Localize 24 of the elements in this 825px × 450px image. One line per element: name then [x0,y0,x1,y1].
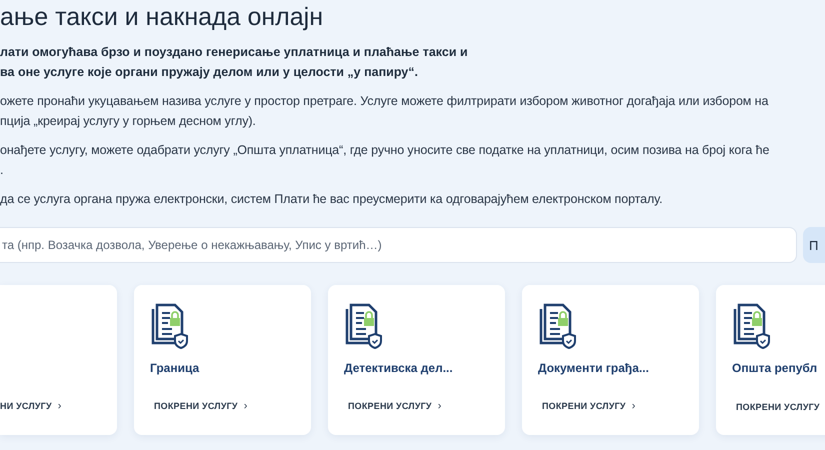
service-title: Граница [150,361,200,375]
start-service-link[interactable]: ПОКРЕНИ УСЛУГУ [736,402,820,412]
document-lock-icon [344,303,384,349]
search-button[interactable]: П [803,227,825,263]
document-lock-icon [732,303,772,349]
info-paragraph: онађете услугу, можете одабрати услугу „Општа уплатница“, где ручно уносите све податке на уплатници, осим позива на број кога ће . [0,142,770,179]
chevron-icon: › [58,400,62,412]
intro-text: лати омогућава брзо и поуздано генерисање уплатница и плаћање такси и ва оне услуге које органи пружају делом или у целости „у папиру“. [0,44,469,81]
start-service-link[interactable]: ПОКРЕНИ УСЛУГУ [154,401,238,411]
chevron-icon: › [632,400,636,412]
info-paragraph: да се услуга органа пружа електронски, систем Плати ће вас преусмерити ка одговарајућем електронском порталу. [0,191,664,208]
service-title: Детективска дел... [344,361,454,375]
chevron-icon: › [438,400,442,412]
start-service-link[interactable]: ПОКРЕНИ УСЛУГУ [348,401,432,411]
service-title: Документи грађа... [538,361,650,375]
start-service-link[interactable]: НИ УСЛУГУ [0,401,52,411]
page-title: ање такси и накнада онлајн [0,2,324,32]
search-field[interactable]: та (нпр. Возачка дозвола, Уверење о некажњавању, Упис у вртић…) [0,227,797,263]
start-service-link[interactable]: ПОКРЕНИ УСЛУГУ [542,401,626,411]
info-paragraph: ожете пронаћи укуцавањем назива услуге у простор претраге. Услуге можете филтрирати избором животног догађаја или избором на пција „креирај услугу у горњем десном углу). [0,93,770,130]
chevron-icon: › [244,400,248,412]
document-lock-icon [538,303,578,349]
service-title: Општа републ [732,361,818,375]
document-lock-icon [150,303,190,349]
